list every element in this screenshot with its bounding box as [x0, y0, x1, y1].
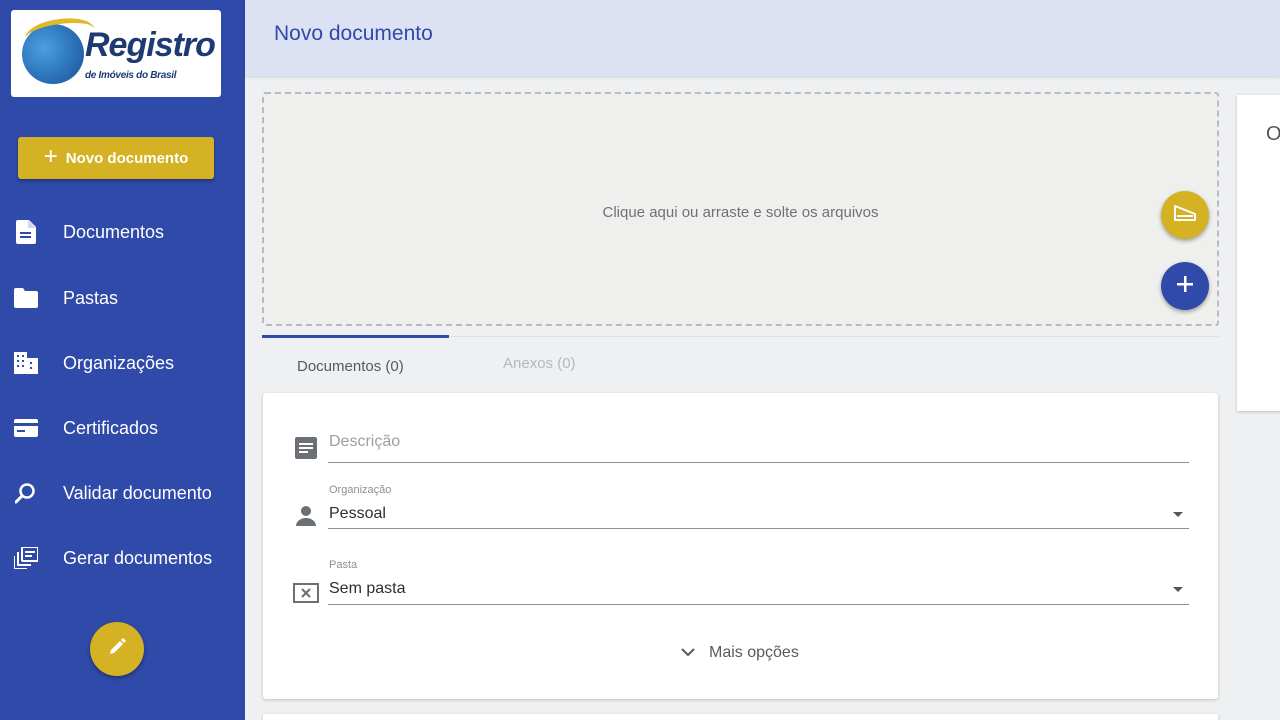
card-icon	[14, 416, 38, 440]
sidebar-item-label: Validar documento	[63, 482, 212, 503]
document-icon	[14, 220, 38, 244]
sidebar-item-label: Organizações	[63, 352, 175, 373]
organization-select[interactable]: Pessoal	[329, 505, 386, 523]
more-options-label: Mais opções	[709, 644, 799, 661]
new-document-button[interactable]: + Novo documento	[18, 137, 214, 179]
logo[interactable]: Registro de Imóveis do Brasil	[11, 10, 221, 97]
add-file-button[interactable]	[1161, 262, 1209, 310]
sidebar-item-label: Gerar documentos	[63, 547, 213, 568]
folder-icon	[14, 286, 38, 310]
active-tab-indicator	[262, 335, 449, 338]
sidebar-item-label: Certificados	[63, 417, 159, 438]
sidebar-item-gerar-documentos[interactable]: Gerar documentos	[0, 536, 245, 580]
side-panel: O	[1237, 95, 1280, 411]
description-underline	[328, 462, 1189, 463]
sidebar-item-organizacoes[interactable]: Organizações	[0, 341, 245, 385]
secondary-card	[263, 714, 1218, 720]
plus-icon	[1176, 275, 1194, 298]
organization-dropdown-arrow-icon[interactable]	[1173, 512, 1183, 517]
folder-underline	[328, 604, 1189, 605]
document-form-card: Descrição Organização Pessoal Pasta Sem …	[263, 393, 1218, 699]
tab-anexos[interactable]: Anexos (0)	[503, 355, 576, 372]
organization-underline	[328, 528, 1189, 529]
new-document-label: Novo documento	[65, 149, 189, 167]
building-icon	[14, 351, 38, 375]
sidebar-item-pastas[interactable]: Pastas	[0, 276, 245, 320]
folder-dropdown-arrow-icon[interactable]	[1173, 587, 1183, 592]
chevron-down-icon	[681, 644, 695, 662]
logo-subtitle: de Imóveis do Brasil	[85, 70, 177, 81]
folder-select[interactable]: Sem pasta	[329, 580, 405, 598]
more-options-button[interactable]: Mais opções	[681, 644, 799, 662]
person-icon	[293, 503, 319, 529]
page-title: Novo documento	[274, 22, 433, 45]
description-input[interactable]: Descrição	[329, 433, 400, 451]
generate-documents-icon	[14, 546, 38, 570]
scanner-icon	[1173, 204, 1197, 227]
tab-documentos[interactable]: Documentos (0)	[297, 358, 404, 375]
logo-title: Registro	[85, 26, 216, 64]
dropzone-text: Clique aqui ou arraste e solte os arquiv…	[602, 204, 879, 221]
sidebar-item-label: Pastas	[63, 287, 119, 308]
scan-button[interactable]	[1161, 191, 1209, 239]
sidebar-item-label: Documentos	[63, 221, 165, 242]
sidebar: Registro de Imóveis do Brasil + Novo doc…	[0, 0, 245, 720]
folder-label: Pasta	[329, 559, 358, 571]
folder-off-icon	[293, 579, 319, 605]
sidebar-item-documentos[interactable]: Documentos	[0, 210, 245, 254]
search-zoom-icon	[14, 481, 38, 505]
file-dropzone[interactable]: Clique aqui ou arraste e solte os arquiv…	[262, 92, 1219, 326]
sidebar-item-validar-documento[interactable]: Validar documento	[0, 471, 245, 515]
edit-fab-button[interactable]	[90, 622, 144, 676]
top-header: Novo documento	[245, 0, 1280, 76]
sidebar-item-certificados[interactable]: Certificados	[0, 406, 245, 450]
plus-icon: +	[43, 143, 58, 170]
notes-icon	[293, 435, 319, 461]
organization-label: Organização	[329, 484, 392, 496]
side-panel-text: O	[1266, 123, 1280, 145]
pencil-icon	[107, 637, 127, 662]
